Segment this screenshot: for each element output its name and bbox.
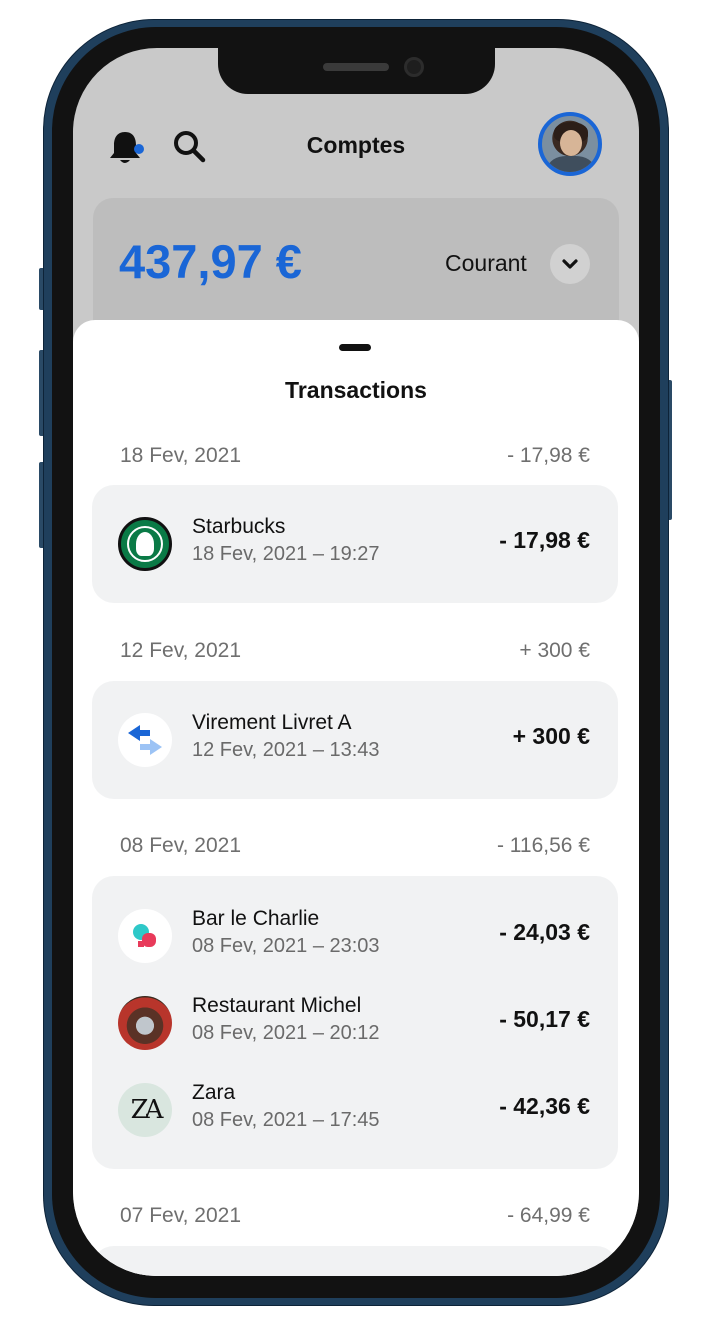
transaction-time: 18 Fev, 2021 – 19:27 <box>192 543 380 565</box>
zara-logo: ZA <box>118 1083 172 1137</box>
account-balance: 437,97 € <box>119 235 302 288</box>
phone-notch <box>218 48 495 94</box>
account-selector-button[interactable] <box>550 244 590 284</box>
group-header: 12 Fev, 2021 + 300 € <box>120 639 590 669</box>
transaction-time: 08 Fev, 2021 – 17:45 <box>192 1109 380 1131</box>
transaction-row[interactable]: ZA Zara 08 Fev, 2021 – 17:45 - 42,36 € <box>92 1077 618 1147</box>
transaction-name: Virement Livret A <box>192 711 352 734</box>
transaction-amount: - 42,36 € <box>499 1093 590 1119</box>
group-date: 08 Fev, 2021 <box>120 834 242 857</box>
transaction-group-card: Bar le Charlie 08 Fev, 2021 – 23:03 - 24… <box>92 876 618 1169</box>
transaction-name: Zara <box>192 1081 236 1104</box>
transaction-time: 08 Fev, 2021 – 20:12 <box>192 1022 380 1044</box>
transaction-group-card <box>92 1246 618 1276</box>
front-camera <box>404 57 424 77</box>
group-total: - 64,99 € <box>507 1204 590 1227</box>
transaction-time: 08 Fev, 2021 – 23:03 <box>192 935 380 957</box>
group-date: 12 Fev, 2021 <box>120 639 242 662</box>
transaction-time: 12 Fev, 2021 – 13:43 <box>192 739 380 761</box>
transaction-row[interactable]: Starbucks 18 Fev, 2021 – 19:27 - 17,98 € <box>92 511 618 581</box>
sheet-title: Transactions <box>285 377 427 403</box>
transaction-row[interactable]: Bar le Charlie 08 Fev, 2021 – 23:03 - 24… <box>92 903 618 973</box>
transaction-name: Bar le Charlie <box>192 907 320 930</box>
sheet-drag-handle[interactable] <box>339 344 371 351</box>
group-total: - 116,56 € <box>496 834 590 857</box>
group-header: 08 Fev, 2021 - 116,56 € <box>120 834 590 864</box>
transaction-amount: + 300 € <box>512 723 590 749</box>
transaction-name: Restaurant Michel <box>192 994 362 1017</box>
transaction-group-card: Starbucks 18 Fev, 2021 – 19:27 - 17,98 € <box>92 485 618 603</box>
group-date: 07 Fev, 2021 <box>120 1204 242 1227</box>
group-total: + 300 € <box>519 639 590 662</box>
speaker <box>323 63 389 71</box>
transaction-row[interactable]: Virement Livret A 12 Fev, 2021 – 13:43 +… <box>92 707 618 777</box>
transfer-icon <box>118 713 172 767</box>
phone-screen: Comptes 437,97 € Courant Transactions 18… <box>73 48 639 1276</box>
transaction-name: Starbucks <box>192 515 286 538</box>
group-date: 18 Fev, 2021 <box>120 444 242 467</box>
bar-logo <box>118 909 172 963</box>
avatar[interactable] <box>538 112 602 176</box>
group-header: 07 Fev, 2021 - 64,99 € <box>120 1204 590 1234</box>
chevron-down-icon <box>562 259 578 269</box>
transaction-group-card: Virement Livret A 12 Fev, 2021 – 13:43 +… <box>92 681 618 799</box>
transaction-amount: - 50,17 € <box>499 1006 590 1032</box>
transaction-amount: - 17,98 € <box>499 527 590 553</box>
transaction-row[interactable]: Restaurant Michel 08 Fev, 2021 – 20:12 -… <box>92 990 618 1060</box>
account-type-label: Courant <box>445 250 527 276</box>
transactions-sheet: Transactions 18 Fev, 2021 - 17,98 € Star… <box>73 320 639 1276</box>
restaurant-photo <box>118 996 172 1050</box>
group-total: - 17,98 € <box>507 444 590 467</box>
transaction-amount: - 24,03 € <box>499 919 590 945</box>
group-header: 18 Fev, 2021 - 17,98 € <box>120 444 590 474</box>
app-header: Comptes <box>73 108 639 178</box>
starbucks-logo <box>118 517 172 571</box>
